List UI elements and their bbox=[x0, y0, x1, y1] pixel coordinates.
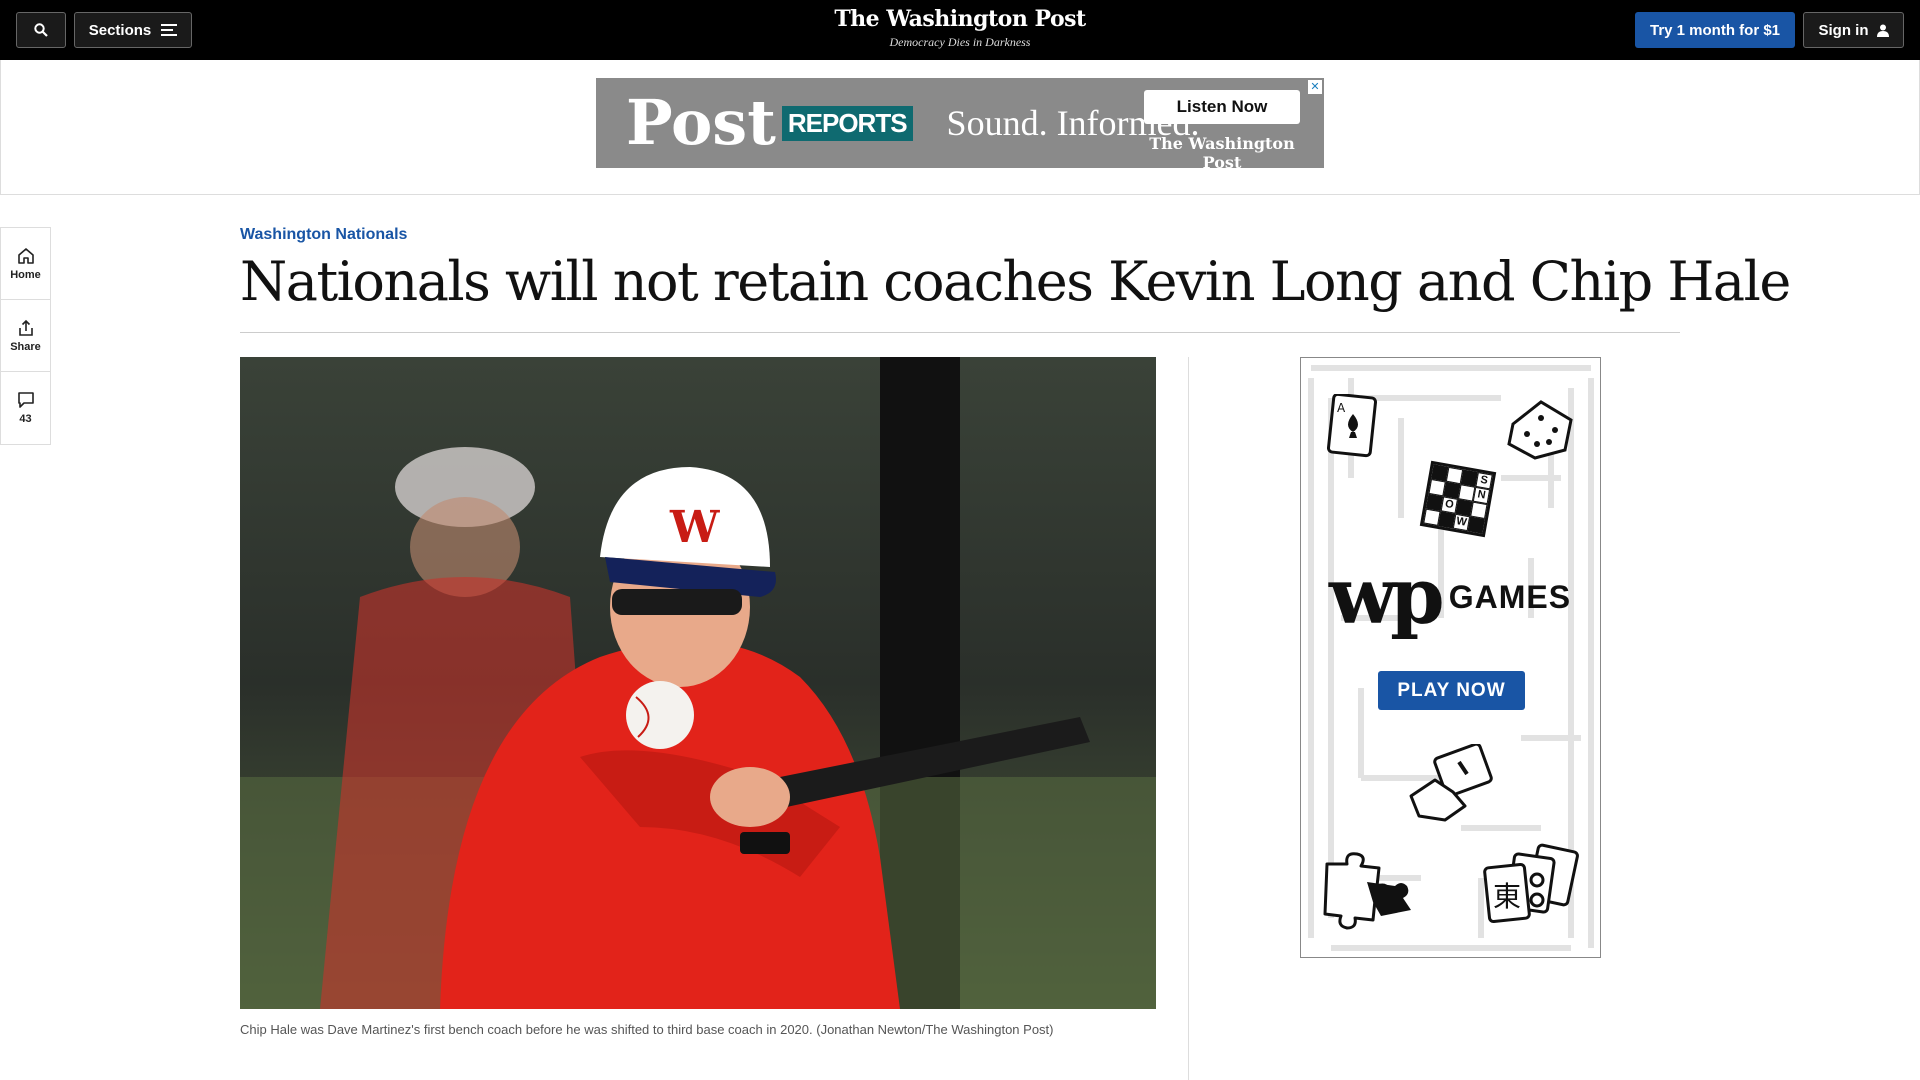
search-icon bbox=[34, 23, 48, 37]
comments-count: 43 bbox=[19, 413, 32, 425]
games-wordmark: GAMES bbox=[1448, 578, 1572, 615]
wp-games-ad[interactable]: A S N O W wp GAMES PLAY NOW 東 bbox=[1300, 357, 1601, 958]
search-button[interactable] bbox=[16, 12, 66, 48]
sign-in-button[interactable]: Sign in bbox=[1803, 12, 1904, 48]
playing-card-icon: A bbox=[1327, 394, 1378, 458]
menu-icon bbox=[161, 24, 178, 36]
home-button[interactable]: Home bbox=[1, 228, 50, 300]
ad-reports-badge: REPORTS bbox=[781, 105, 913, 141]
ad-close-icon[interactable]: ✕ bbox=[1308, 80, 1322, 94]
photo-illustration: W bbox=[240, 357, 1156, 1009]
home-icon bbox=[17, 247, 34, 264]
site-tagline: Democracy Dies in Darkness bbox=[889, 35, 1031, 49]
wp-monogram: wp bbox=[1329, 551, 1445, 642]
sign-in-label: Sign in bbox=[1818, 21, 1869, 39]
sections-button[interactable]: Sections bbox=[74, 12, 192, 48]
subscribe-button[interactable]: Try 1 month for $1 bbox=[1635, 12, 1795, 48]
share-label: Share bbox=[10, 340, 41, 353]
svg-text:W: W bbox=[669, 502, 720, 553]
comment-icon bbox=[17, 392, 34, 408]
ad-post-wordmark: Post bbox=[626, 86, 776, 159]
play-now-button[interactable]: PLAY NOW bbox=[1378, 671, 1525, 710]
article-lead-photo[interactable]: W bbox=[240, 357, 1156, 1009]
comments-button[interactable]: 43 bbox=[1, 372, 50, 444]
share-icon bbox=[18, 319, 33, 336]
site-logo[interactable]: The Washington Post bbox=[760, 6, 1160, 32]
puzzle-piece-icon bbox=[1323, 852, 1411, 930]
dice-icon bbox=[1507, 400, 1573, 460]
hand-card-icon bbox=[1409, 744, 1493, 822]
column-divider bbox=[1188, 357, 1189, 1080]
svg-text:A: A bbox=[1337, 401, 1346, 415]
listen-now-button[interactable]: Listen Now bbox=[1144, 90, 1300, 124]
ad-brand: The Washington Post bbox=[1149, 134, 1295, 168]
left-action-rail: Home Share 43 bbox=[0, 227, 51, 445]
user-icon bbox=[1876, 24, 1889, 37]
section-kicker-link[interactable]: Washington Nationals bbox=[240, 226, 407, 244]
headline-divider bbox=[240, 332, 1680, 333]
home-label: Home bbox=[10, 268, 41, 281]
wp-games-logo: wp GAMES bbox=[1329, 558, 1579, 636]
crossword-icon: S N O W bbox=[1419, 460, 1497, 538]
post-reports-ad[interactable]: Post REPORTS Sound. Informed. Listen Now… bbox=[596, 78, 1324, 168]
mahjong-tiles-icon: 東 bbox=[1483, 843, 1579, 924]
svg-text:東: 東 bbox=[1493, 880, 1521, 913]
top-navigation-bar: Sections The Washington Post Democracy D… bbox=[0, 0, 1920, 60]
article-headline: Nationals will not retain coaches Kevin … bbox=[240, 250, 1791, 313]
photo-caption: Chip Hale was Dave Martinez's first benc… bbox=[240, 1022, 1054, 1037]
share-button[interactable]: Share bbox=[1, 300, 50, 372]
sections-label: Sections bbox=[88, 21, 152, 39]
masthead[interactable]: The Washington Post Democracy Dies in Da… bbox=[760, 6, 1160, 50]
